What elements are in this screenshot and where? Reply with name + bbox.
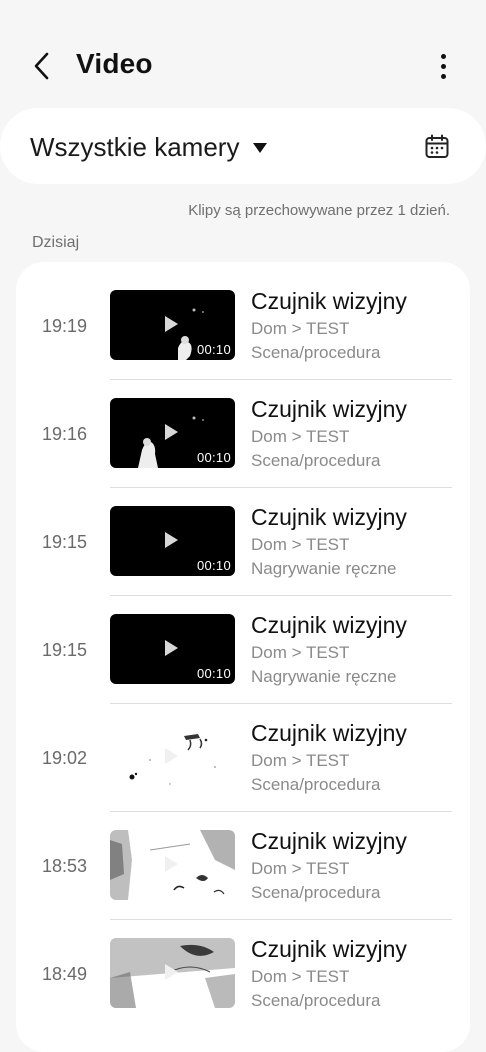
back-button[interactable] — [24, 46, 60, 86]
clip-row[interactable]: 18:49 Czujnik wizyjny Dom > TEST Scena/p… — [16, 910, 470, 1018]
clip-location: Dom > TEST — [251, 859, 350, 878]
calendar-button[interactable] — [424, 134, 450, 160]
clip-location: Dom > TEST — [251, 643, 350, 662]
clip-location: Dom > TEST — [251, 319, 350, 338]
clip-location: Dom > TEST — [251, 427, 350, 446]
play-icon — [165, 748, 178, 764]
play-icon — [165, 856, 178, 872]
clip-trigger: Nagrywanie ręczne — [251, 667, 397, 686]
clip-row[interactable]: 19:16 00:10 Czujnik wizyjny Dom > TEST S… — [16, 370, 470, 488]
clip-row[interactable]: 19:19 00:10 Czujnik wizyjny Dom > TEST S… — [16, 262, 470, 380]
clip-trigger: Nagrywanie ręczne — [251, 559, 397, 578]
clip-duration: 00:10 — [196, 558, 231, 573]
clip-row[interactable]: 19:02 Czujnik wizyjny Dom > TEST Scena/p… — [16, 694, 470, 812]
clip-duration: 00:10 — [196, 450, 231, 465]
clip-duration: 00:10 — [196, 342, 231, 357]
clip-name: Czujnik wizyjny — [251, 504, 407, 530]
clip-location: Dom > TEST — [251, 967, 350, 986]
clip-name: Czujnik wizyjny — [251, 828, 407, 854]
play-icon — [165, 532, 178, 548]
more-vertical-icon-dot — [440, 73, 446, 79]
clip-duration: 00:10 — [196, 666, 231, 681]
clip-trigger: Scena/procedura — [251, 451, 381, 470]
app-header: Video — [0, 0, 486, 100]
clip-row[interactable]: 18:53 Czujnik wizyjny Dom > TEST Scena/p… — [16, 802, 470, 920]
play-icon — [165, 964, 178, 980]
clip-time: 19:16 — [42, 424, 88, 444]
play-icon — [165, 640, 178, 656]
clip-thumbnail[interactable]: 00:10 — [110, 398, 235, 468]
clip-trigger: Scena/procedura — [251, 775, 381, 794]
clip-time: 19:19 — [42, 316, 88, 336]
play-icon — [165, 424, 178, 440]
page-title: Video — [76, 48, 153, 79]
more-vertical-icon-dot — [440, 53, 446, 59]
chevron-left-icon — [34, 52, 49, 80]
clip-thumbnail[interactable] — [110, 938, 235, 1008]
clip-thumbnail[interactable]: 00:10 — [110, 290, 235, 360]
clip-name: Czujnik wizyjny — [251, 720, 407, 746]
clip-time: 18:53 — [42, 856, 88, 876]
retention-note: Klipy są przechowywane przez 1 dzień. — [188, 202, 450, 219]
clip-time: 19:02 — [42, 748, 88, 768]
clip-time: 19:15 — [42, 640, 88, 660]
clip-thumbnail[interactable]: 00:10 — [110, 506, 235, 576]
clip-row[interactable]: 19:15 00:10 Czujnik wizyjny Dom > TEST N… — [16, 478, 470, 596]
play-icon — [165, 316, 178, 332]
camera-dropdown-label: Wszystkie kamery — [30, 132, 240, 162]
clip-trigger: Scena/procedura — [251, 343, 381, 362]
calendar-icon — [425, 134, 449, 158]
clip-location: Dom > TEST — [251, 751, 350, 770]
clip-trigger: Scena/procedura — [251, 991, 381, 1010]
clip-thumbnail[interactable] — [110, 722, 235, 792]
camera-dropdown[interactable]: Wszystkie kamery — [30, 132, 268, 163]
clip-name: Czujnik wizyjny — [251, 612, 407, 638]
clip-trigger: Scena/procedura — [251, 883, 381, 902]
clip-thumbnail[interactable]: 00:10 — [110, 614, 235, 684]
clip-row[interactable]: 19:15 00:10 Czujnik wizyjny Dom > TEST N… — [16, 586, 470, 704]
clip-time: 19:15 — [42, 532, 88, 552]
more-options-button[interactable] — [428, 48, 458, 84]
clip-time: 18:49 — [42, 964, 88, 984]
clip-list: 19:19 00:10 Czujnik wizyjny Dom > TEST S… — [16, 262, 470, 1052]
clip-name: Czujnik wizyjny — [251, 936, 407, 962]
caret-down-icon — [253, 142, 268, 153]
clip-name: Czujnik wizyjny — [251, 396, 407, 422]
camera-filter-bar: Wszystkie kamery — [0, 108, 486, 184]
clip-thumbnail[interactable] — [110, 830, 235, 900]
more-vertical-icon-dot — [440, 63, 446, 69]
clip-location: Dom > TEST — [251, 535, 350, 554]
section-label-today: Dzisiaj — [32, 234, 80, 251]
clip-name: Czujnik wizyjny — [251, 288, 407, 314]
